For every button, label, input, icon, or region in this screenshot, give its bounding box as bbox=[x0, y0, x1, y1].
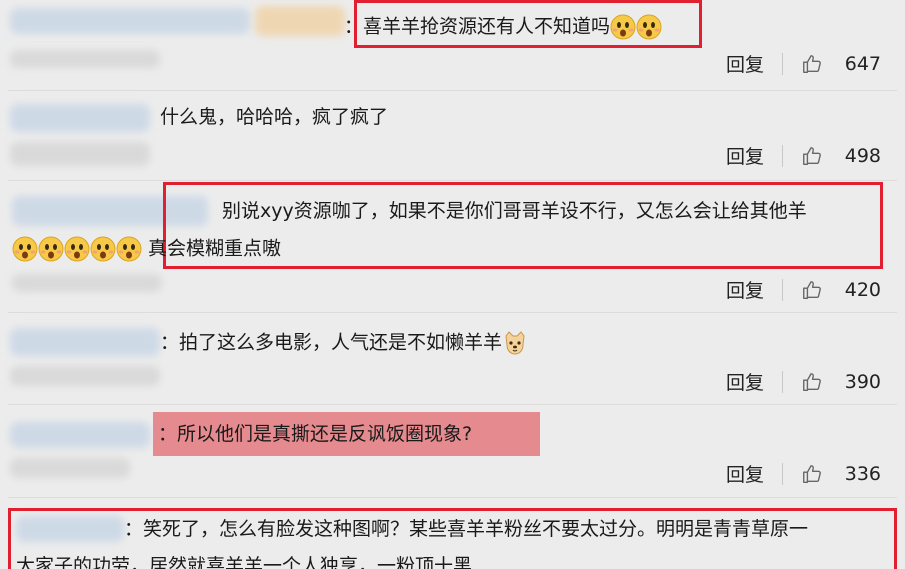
reply-button[interactable]: 回复 bbox=[726, 368, 764, 395]
comment-divider bbox=[8, 497, 897, 498]
comment-divider bbox=[8, 180, 897, 181]
comment-5: ：所以他们是真撕还是反讽饭圈现象? 回复 336 bbox=[0, 406, 905, 498]
action-row: 回复 420 bbox=[726, 276, 881, 303]
divider bbox=[782, 278, 783, 301]
comment-6: ：笑死了，怎么有脸发这种图啊？某些喜羊羊粉丝不要太过分。明明是青青草原一 大家子… bbox=[0, 500, 905, 569]
action-row: 回复 390 bbox=[726, 368, 881, 395]
shocked-face-emoji-icon bbox=[116, 236, 142, 262]
thumbs-up-icon[interactable] bbox=[801, 463, 823, 485]
action-row: 回复 336 bbox=[726, 460, 881, 487]
shocked-face-emoji-icon bbox=[64, 236, 90, 262]
comment-1: ：喜羊羊抢资源还有人不知道吗 回复 647 bbox=[0, 0, 905, 92]
reply-button[interactable]: 回复 bbox=[726, 142, 764, 169]
meta-blurred bbox=[10, 50, 160, 68]
comment-divider bbox=[8, 404, 897, 405]
divider bbox=[782, 52, 783, 75]
meta-blurred bbox=[10, 366, 160, 386]
comment-text-line1: ：笑死了，怎么有脸发这种图啊？某些喜羊羊粉丝不要太过分。明明是青青草原一 bbox=[124, 518, 809, 540]
like-count: 647 bbox=[844, 52, 881, 75]
action-row: 回复 647 bbox=[726, 50, 881, 77]
comment-divider bbox=[8, 90, 897, 91]
shocked-face-emoji-icon bbox=[90, 236, 116, 262]
shocked-face-emoji-icon bbox=[38, 236, 64, 262]
comment-text: ：拍了这么多电影，人气还是不如懒羊羊 bbox=[160, 330, 528, 356]
comment-text: ：所以他们是真撕还是反讽饭圈现象? bbox=[158, 423, 473, 445]
thumbs-up-icon[interactable] bbox=[801, 279, 823, 301]
meta-blurred bbox=[12, 274, 162, 292]
like-count: 336 bbox=[844, 462, 881, 485]
comment-text-line2: 真会模糊重点嗷 bbox=[12, 236, 281, 262]
comment-text: 什么鬼，哈哈哈，疯了疯了 bbox=[160, 106, 389, 128]
divider bbox=[782, 144, 783, 167]
meta-blurred bbox=[10, 142, 150, 166]
comment-4: ：拍了这么多电影，人气还是不如懒羊羊 回复 390 bbox=[0, 314, 905, 406]
comment-text-line2: 大家子的功劳，居然就喜羊羊一个人独享，一粉顶十黑 bbox=[16, 555, 473, 569]
thumbs-up-icon[interactable] bbox=[801, 371, 823, 393]
thumbs-up-icon[interactable] bbox=[801, 145, 823, 167]
comment-text-line1: 别说xyy资源咖了，如果不是你们哥哥羊设不行，又怎么会让给其他羊 bbox=[222, 200, 807, 222]
reply-button[interactable]: 回复 bbox=[726, 50, 764, 77]
shocked-face-emoji-icon bbox=[610, 14, 636, 40]
action-row: 回复 498 bbox=[726, 142, 881, 169]
avatar-username-blurred bbox=[10, 422, 150, 448]
like-count: 498 bbox=[844, 144, 881, 167]
reply-button[interactable]: 回复 bbox=[726, 460, 764, 487]
comment-text: ：喜羊羊抢资源还有人不知道吗 bbox=[344, 14, 662, 40]
meta-blurred bbox=[10, 458, 130, 478]
comment-2: 什么鬼，哈哈哈，疯了疯了 回复 498 bbox=[0, 92, 905, 184]
like-count: 390 bbox=[844, 370, 881, 393]
shocked-face-emoji-icon bbox=[12, 236, 38, 262]
avatar-username-blurred bbox=[10, 328, 160, 356]
divider bbox=[782, 370, 783, 393]
avatar-username-blurred bbox=[10, 104, 150, 132]
like-count: 420 bbox=[844, 278, 881, 301]
shocked-face-emoji-icon bbox=[636, 14, 662, 40]
divider bbox=[782, 462, 783, 485]
username-blurred bbox=[255, 6, 345, 36]
comment-3: 别说xyy资源咖了，如果不是你们哥哥羊设不行，又怎么会让给其他羊 真会模糊重点嗷… bbox=[0, 182, 905, 312]
reply-button[interactable]: 回复 bbox=[726, 276, 764, 303]
comment-divider bbox=[8, 312, 897, 313]
avatar-username-blurred bbox=[10, 8, 250, 34]
dog-face-emoji-icon bbox=[502, 330, 528, 356]
thumbs-up-icon[interactable] bbox=[801, 53, 823, 75]
